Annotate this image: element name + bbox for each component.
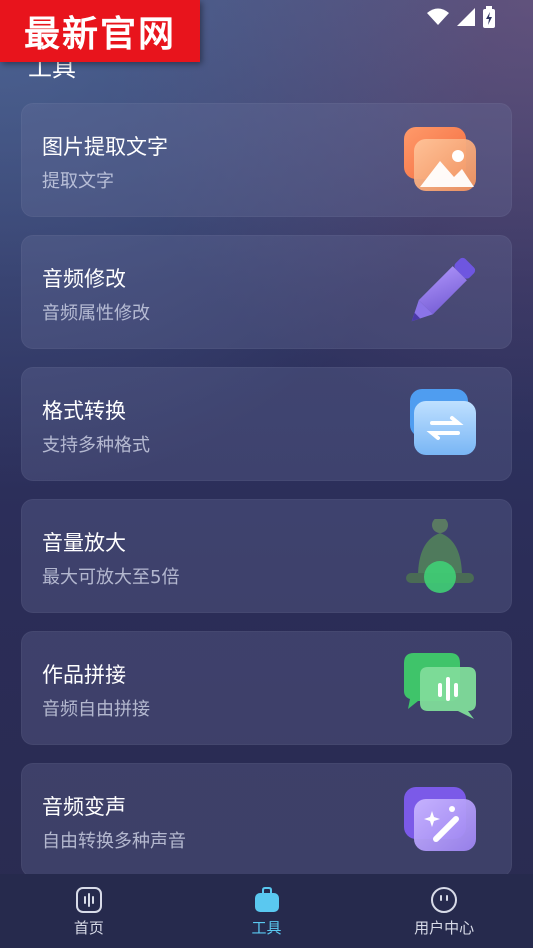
tool-card-subtitle: 最大可放大至5倍 <box>42 567 180 588</box>
tool-card-audio-edit[interactable]: 音频修改 音频属性修改 <box>21 235 512 349</box>
home-audio-icon <box>75 887 102 913</box>
tool-card-title: 音频变声 <box>42 795 126 819</box>
magic-wand-icon <box>404 787 476 851</box>
tool-card-title: 图片提取文字 <box>42 135 168 159</box>
tool-card-subtitle: 音频自由拼接 <box>42 699 150 720</box>
tab-label: 用户中心 <box>414 919 475 937</box>
bottom-tab-bar: 首页 工具 用户中心 <box>0 874 533 948</box>
tool-card-subtitle: 提取文字 <box>42 171 114 192</box>
tool-card-title: 作品拼接 <box>42 663 126 687</box>
tool-card-image-to-text[interactable]: 图片提取文字 提取文字 <box>21 103 512 217</box>
tab-label: 首页 <box>73 919 104 937</box>
tool-card-volume-boost[interactable]: 音量放大 最大可放大至5倍 <box>21 499 512 613</box>
tool-card-subtitle: 音频属性修改 <box>42 303 150 324</box>
image-icon <box>404 127 476 191</box>
tool-card-format-convert[interactable]: 格式转换 支持多种格式 <box>21 367 512 481</box>
wifi-icon <box>427 8 449 25</box>
toolbox-icon <box>254 887 279 912</box>
status-bar <box>427 6 495 28</box>
tool-card-title: 格式转换 <box>42 399 126 423</box>
tab-label: 工具 <box>251 919 282 937</box>
tool-list: 图片提取文字 提取文字 音频修改 音频属性修改 格式转换 支持多种格式 音量放大… <box>21 103 512 895</box>
chat-audio-icon <box>404 653 476 719</box>
promo-banner[interactable]: 最新官网 <box>0 0 200 62</box>
convert-icon <box>410 389 476 455</box>
pencil-icon <box>411 257 476 322</box>
bell-icon <box>406 519 474 593</box>
user-face-icon <box>431 887 458 913</box>
tab-home[interactable]: 首页 <box>0 874 178 948</box>
promo-banner-text: 最新官网 <box>23 14 176 55</box>
battery-icon <box>483 6 495 28</box>
tool-card-subtitle: 自由转换多种声音 <box>42 831 186 852</box>
tool-card-title: 音频修改 <box>42 267 126 291</box>
tab-tools[interactable]: 工具 <box>178 874 356 948</box>
tool-card-title: 音量放大 <box>42 531 126 555</box>
tool-card-subtitle: 支持多种格式 <box>42 435 150 456</box>
signal-icon <box>457 8 475 26</box>
tool-card-voice-change[interactable]: 音频变声 自由转换多种声音 <box>21 763 512 877</box>
tool-card-audio-merge[interactable]: 作品拼接 音频自由拼接 <box>21 631 512 745</box>
tab-user-center[interactable]: 用户中心 <box>355 874 533 948</box>
